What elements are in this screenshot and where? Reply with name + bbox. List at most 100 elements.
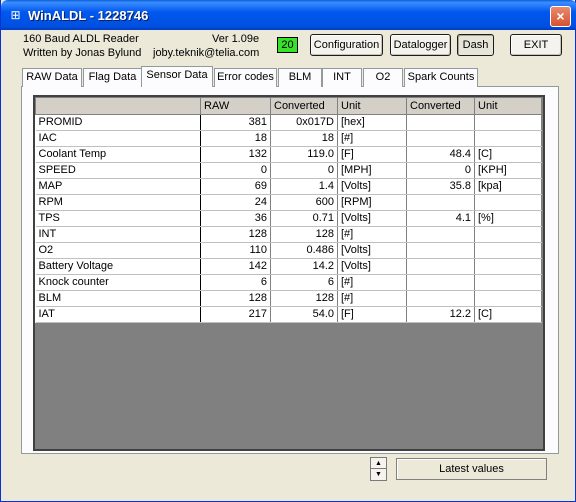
table-cell: 4.1 [406,210,475,227]
table-cell: [RPM] [337,194,407,211]
row-label-cell: O2 [35,242,201,259]
table-row: BLM 128 128 [#] [35,290,542,307]
table-cell: 24 [200,194,271,211]
row-label-cell: BLM [35,290,201,307]
column-header: Converted [406,97,475,115]
table-cell: [Volts] [337,210,407,227]
column-header: Unit [474,97,542,115]
column-header: Converted [270,97,338,115]
dash-button[interactable]: Dash [457,34,494,56]
scroll-spinner[interactable]: ▲ ▼ [370,457,387,481]
tab-raw-data[interactable]: RAW Data [22,68,82,87]
table-cell: [#] [337,130,407,147]
row-label-cell: TPS [35,210,201,227]
exit-button[interactable]: EXIT [510,34,562,56]
table-cell: 0.486 [270,242,338,259]
table-cell: 142 [200,258,271,275]
table-cell: [F] [337,306,407,323]
table-cell: [%] [474,210,542,227]
table-row: PROMID 381 0x017D [hex] [35,114,542,131]
row-label-cell: Coolant Temp [35,146,201,163]
table-cell [406,290,475,307]
table-cell: 0 [270,162,338,179]
table-cell: 128 [200,290,271,307]
table-cell [406,130,475,147]
author-credit: Written by Jonas Bylund [23,47,142,59]
table-row: INT 128 128 [#] [35,226,542,243]
table-row: Battery Voltage 142 14.2 [Volts] [35,258,542,275]
datalogger-button[interactable]: Datalogger [390,34,451,56]
table-cell: [Volts] [337,178,407,195]
sensor-table: RAW Converted Unit Converted Unit PROMID… [35,97,542,323]
column-header [35,97,201,115]
tab-error-codes[interactable]: Error codes [214,68,277,87]
table-cell: 48.4 [406,146,475,163]
spin-down-icon[interactable]: ▼ [371,469,386,480]
row-label-cell: Knock counter [35,274,201,291]
app-window: ⊞ WinALDL - 1228746 × 160 Baud ALDL Read… [0,0,576,502]
table-row: RPM 24 600 [RPM] [35,194,542,211]
title-bar: ⊞ WinALDL - 1228746 × [1,0,576,30]
table-cell [474,226,542,243]
table-cell: [hex] [337,114,407,131]
table-cell: [#] [337,226,407,243]
row-label-cell: IAC [35,130,201,147]
table-cell: [C] [474,306,542,323]
tab-sensor-data[interactable]: Sensor Data [141,66,213,87]
table-cell [474,130,542,147]
tab-o2[interactable]: O2 [363,68,403,87]
table-row: MAP 69 1.4 [Volts] 35.8 [kpa] [35,178,542,195]
table-cell: 128 [270,290,338,307]
table-cell: 381 [200,114,271,131]
app-icon: ⊞ [10,8,21,22]
table-cell: 0 [406,162,475,179]
tab-spark-counts[interactable]: Spark Counts [404,68,478,87]
sensor-data-grid[interactable]: RAW Converted Unit Converted Unit PROMID… [33,95,545,451]
table-cell: 14.2 [270,258,338,275]
table-cell [406,194,475,211]
table-cell: [MPH] [337,162,407,179]
table-cell: 217 [200,306,271,323]
table-cell [406,242,475,259]
table-cell [406,274,475,291]
table-cell: [kpa] [474,178,542,195]
table-cell: 132 [200,146,271,163]
table-cell: 128 [200,226,271,243]
tab-flag-data[interactable]: Flag Data [83,68,142,87]
spin-up-icon[interactable]: ▲ [371,458,386,469]
table-cell: 69 [200,178,271,195]
window-title: WinALDL - 1228746 [28,8,149,23]
table-cell [474,290,542,307]
table-cell: 54.0 [270,306,338,323]
table-header-row: RAW Converted Unit Converted Unit [35,97,542,115]
table-cell: 0x017D [270,114,338,131]
tab-blm[interactable]: BLM [278,68,322,87]
table-cell: 18 [270,130,338,147]
table-cell: [#] [337,290,407,307]
table-cell: [KPH] [474,162,542,179]
table-cell: 35.8 [406,178,475,195]
column-header: Unit [337,97,407,115]
table-cell: 110 [200,242,271,259]
table-row: IAC 18 18 [#] [35,130,542,147]
close-button[interactable]: × [550,6,571,27]
configuration-button[interactable]: Configuration [310,34,383,56]
app-description: 160 Baud ALDL Reader [23,33,139,45]
row-label-cell: INT [35,226,201,243]
tab-int[interactable]: INT [322,68,362,87]
table-cell: [Volts] [337,258,407,275]
table-row: Coolant Temp 132 119.0 [F] 48.4 [C] [35,146,542,163]
email-label: joby.teknik@telia.com [153,47,260,59]
table-cell: 36 [200,210,271,227]
row-label-cell: MAP [35,178,201,195]
table-cell: [#] [337,274,407,291]
table-cell [474,114,542,131]
table-cell: 600 [270,194,338,211]
table-cell [474,258,542,275]
table-cell: [Volts] [337,242,407,259]
table-cell [474,274,542,291]
table-cell: 1.4 [270,178,338,195]
table-cell [406,226,475,243]
row-label-cell: SPEED [35,162,201,179]
table-row: IAT 217 54.0 [F] 12.2 [C] [35,306,542,323]
